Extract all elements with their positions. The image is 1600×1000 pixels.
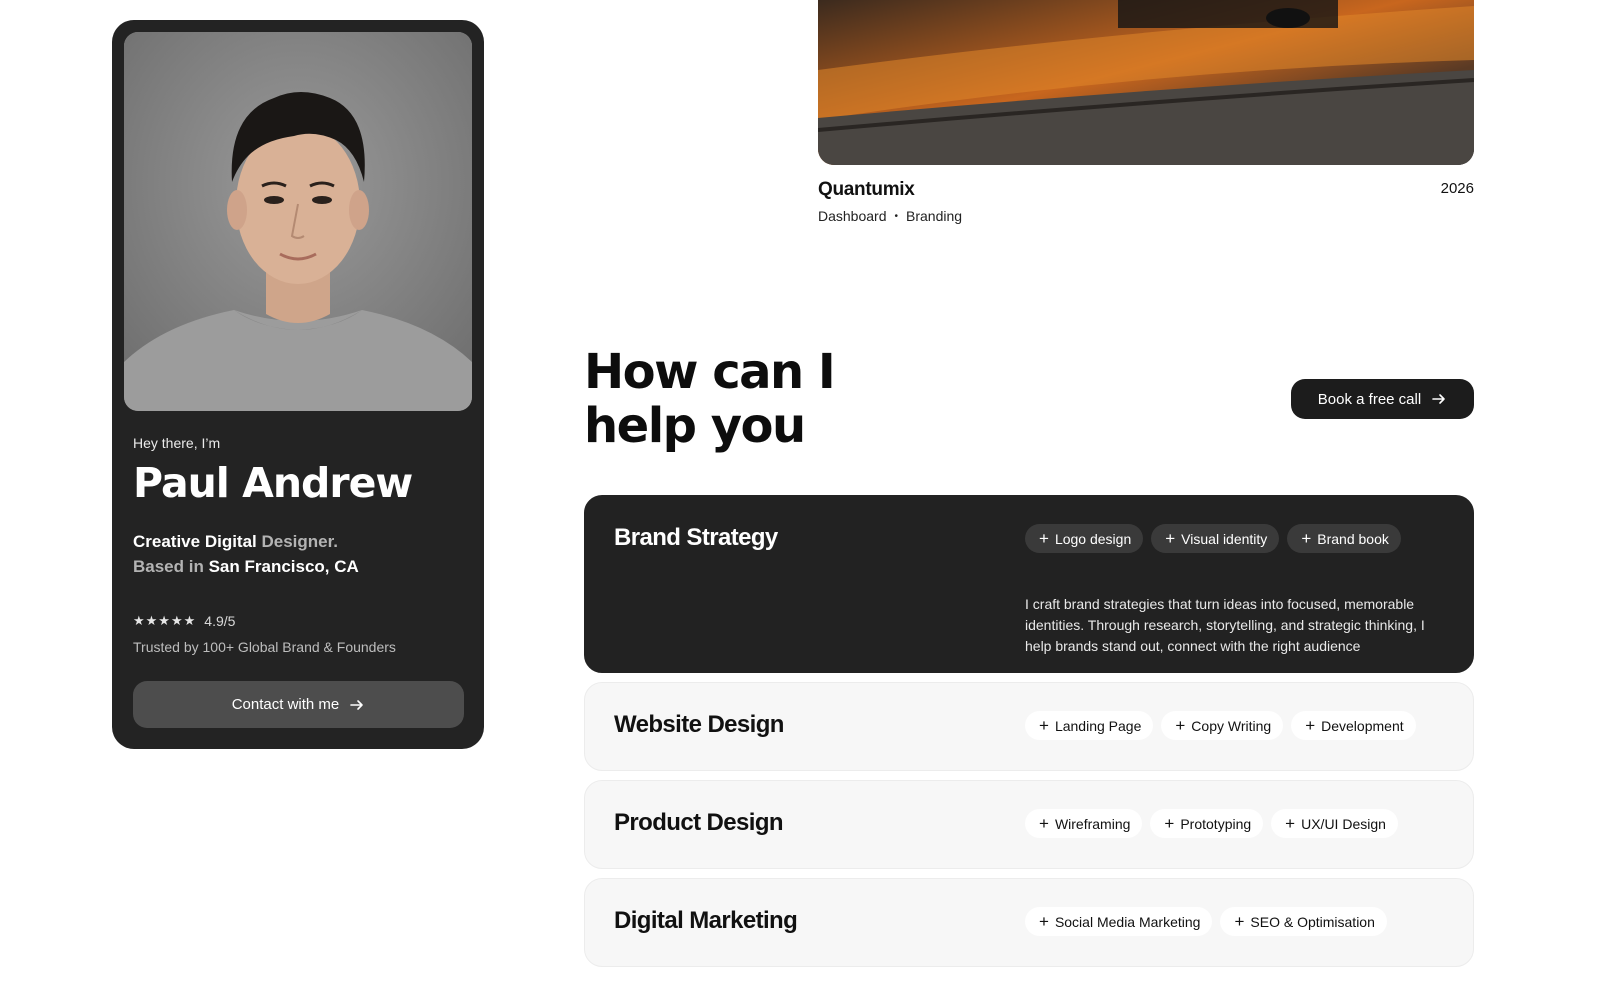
plus-icon: + [1039, 814, 1049, 833]
tag-label: Brand book [1317, 530, 1389, 547]
plus-icon: + [1165, 529, 1176, 548]
service-description: I craft brand strategies that turn ideas… [1025, 596, 1425, 654]
plus-icon: + [1305, 716, 1316, 735]
tag-chip[interactable]: + Development [1291, 711, 1416, 740]
tag-label: Copy Writing [1191, 717, 1272, 734]
role-highlight: Creative Digital [133, 532, 257, 551]
service-tags: + Social Media Marketing + SEO & Optimisat… [1025, 907, 1387, 936]
plus-icon: + [1234, 912, 1245, 931]
tag-label: UX/UI Design [1301, 815, 1386, 832]
contact-button-label: Contact with me [231, 696, 340, 713]
tag-label: Landing Page [1054, 717, 1142, 734]
tag-chip[interactable]: + Prototyping [1150, 809, 1264, 838]
arrow-right-icon [1432, 394, 1445, 404]
service-website-design[interactable]: Website Design + Landing Page + Copy Writi… [584, 682, 1474, 771]
service-tags: + Wireframing + Prototyping + UX/UI Design [1025, 809, 1398, 838]
service-digital-marketing[interactable]: Digital Marketing + Social Media Marketin… [584, 878, 1474, 967]
tag-chip[interactable]: + Visual identity [1151, 524, 1280, 553]
section-title-line: help you [584, 398, 806, 454]
profile-photo [124, 32, 472, 411]
service-title: Brand Strategy [614, 524, 778, 551]
tag-chip[interactable]: + Social Media Marketing [1025, 907, 1213, 936]
tag-label: Prototyping [1180, 815, 1252, 832]
service-tags: + Logo design + Visual identity + Brand boo… [1025, 524, 1401, 553]
tag-chip[interactable]: + Brand book [1287, 524, 1401, 553]
plus-icon: + [1039, 912, 1049, 931]
project-title[interactable]: Quantumix [818, 179, 915, 201]
rating: ★★★★★ 4.9/5 [133, 613, 472, 629]
project-tags: Dashboard • Branding [818, 208, 962, 224]
role-rest: Designer. [256, 532, 339, 551]
tag-chip[interactable]: + Copy Writing [1161, 711, 1284, 740]
greeting-text: Hey there, I’m [133, 435, 221, 451]
trust-text: Trusted by 100+ Global Brand & Founders [133, 639, 396, 655]
tag-chip[interactable]: + Wireframing [1025, 809, 1143, 838]
section-title-line: How can I [584, 344, 836, 400]
book-call-button[interactable]: Book a free call [1291, 379, 1474, 419]
tag-label: SEO & Optimisation [1250, 913, 1375, 930]
service-title: Digital Marketing [614, 907, 798, 934]
tag-label: Visual identity [1181, 530, 1268, 547]
section-title: How can I help you [584, 344, 836, 454]
plus-icon: + [1301, 529, 1312, 548]
book-call-label: Book a free call [1317, 390, 1422, 408]
tag-label: Development [1321, 717, 1404, 734]
project-tag: Dashboard [818, 208, 887, 224]
plus-icon: + [1285, 814, 1296, 833]
tag-chip[interactable]: + Logo design [1025, 524, 1144, 553]
rating-value: 4.9/5 [204, 613, 236, 629]
service-title: Product Design [614, 809, 784, 836]
location-text: San Francisco, CA [208, 557, 359, 576]
profile-role: Creative Digital Designer. Based in San … [133, 529, 472, 579]
plus-icon: + [1164, 814, 1175, 833]
project-year: 2026 [1440, 180, 1474, 197]
tag-label: Social Media Marketing [1054, 913, 1201, 930]
plus-icon: + [1039, 716, 1049, 735]
tag-label: Logo design [1054, 530, 1132, 547]
service-brand-strategy[interactable]: Brand Strategy + Logo design + Visual iden… [584, 495, 1474, 673]
tag-chip[interactable]: + UX/UI Design [1271, 809, 1398, 838]
based-label: Based in [133, 557, 209, 576]
project-image[interactable] [818, 0, 1474, 165]
tag-chip[interactable]: + SEO & Optimisation [1220, 907, 1387, 936]
tag-label: Wireframing [1054, 815, 1131, 832]
plus-icon: + [1175, 716, 1186, 735]
arrow-right-icon [350, 699, 364, 710]
tag-chip[interactable]: + Landing Page [1025, 711, 1154, 740]
profile-name: Paul Andrew [133, 459, 413, 507]
project-tag: Branding [906, 208, 963, 224]
service-tags: + Landing Page + Copy Writing + Development [1025, 711, 1416, 740]
service-title: Website Design [614, 711, 784, 738]
contact-button[interactable]: Contact with me [133, 681, 464, 728]
star-rating-icon: ★★★★★ [133, 613, 197, 628]
plus-icon: + [1039, 529, 1049, 548]
tag-separator: • [894, 210, 899, 222]
service-product-design[interactable]: Product Design + Wireframing + Prototyping… [584, 780, 1474, 869]
profile-card: Hey there, I’m Paul Andrew Creative Digi… [112, 20, 484, 749]
